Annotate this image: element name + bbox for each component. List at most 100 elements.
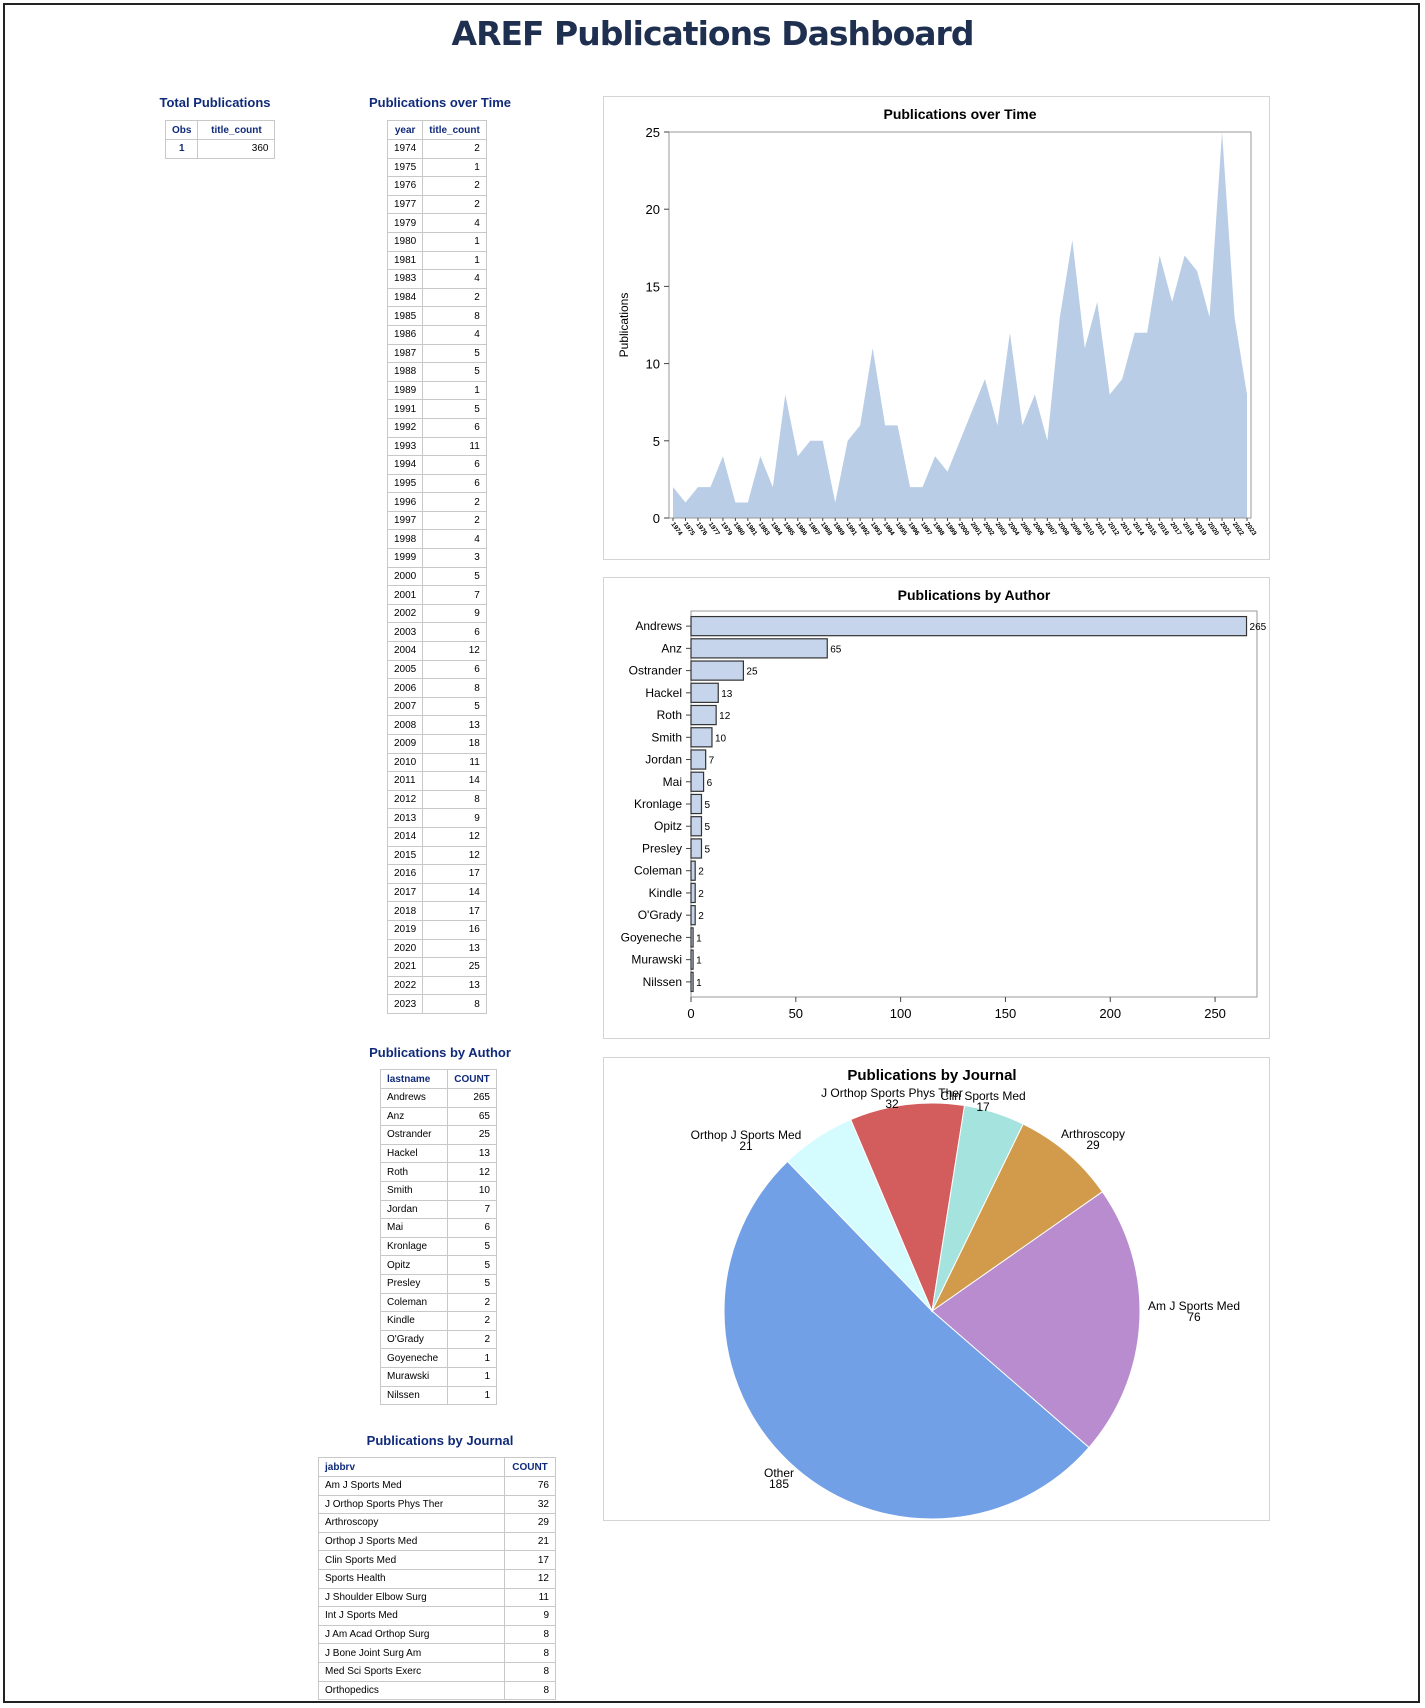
x-tick-label: 1980	[732, 521, 746, 537]
x-tick-label: 1995	[894, 521, 908, 537]
category-label: Nilssen	[643, 975, 682, 989]
count-cell: 17	[422, 864, 487, 884]
table-row: 1996 2	[386, 492, 487, 512]
category-label: Opitz	[654, 819, 682, 833]
x-tick-label: 50	[789, 1006, 803, 1021]
header-jabbrv: jabbrv	[318, 1457, 505, 1477]
count-cell: 7	[422, 585, 487, 605]
table-row: 2019 16	[386, 919, 487, 940]
count-cell: 29	[504, 1513, 556, 1533]
count-cell: 8	[422, 789, 487, 810]
count-cell: 4	[422, 529, 487, 550]
y-tick-label: 5	[653, 434, 660, 449]
journal-cell: Int J Sports Med	[318, 1606, 505, 1626]
journal-cell: J Shoulder Elbow Surg	[318, 1587, 505, 1608]
author-table: lastname COUNT Andrews 265 Anz 65 Ostrander 2…	[380, 1069, 497, 1406]
count-cell: 1	[422, 231, 487, 252]
bar	[690, 749, 707, 770]
table-row: 2007 5	[386, 696, 487, 717]
year-cell: 2002	[386, 603, 424, 624]
data-label: 265	[1250, 622, 1267, 633]
category-label: Andrews	[635, 619, 682, 633]
data-label: 1	[696, 978, 702, 989]
year-cell: 2008	[386, 715, 424, 735]
year-cell: 2007	[386, 696, 424, 717]
journal-cell: Med Sci Sports Exerc	[318, 1661, 505, 1682]
lastname-cell: Anz	[380, 1106, 448, 1127]
year-cell: 1996	[386, 492, 424, 512]
count-cell: 14	[422, 771, 487, 791]
year-cell: 2010	[386, 752, 424, 773]
bar	[690, 638, 828, 659]
total-publications-table: Obs title_count 1 360	[164, 120, 276, 159]
count-cell: 5	[447, 1273, 497, 1294]
journal-cell: J Orthop Sports Phys Ther	[318, 1494, 505, 1515]
count-cell: 5	[422, 566, 487, 587]
count-cell: 10	[447, 1180, 497, 1201]
count-cell: 9	[422, 808, 487, 828]
table-row: 2017 14	[386, 882, 487, 903]
count-cell: 4	[422, 213, 487, 233]
year-cell: 2020	[386, 938, 424, 959]
journal-table: jabbrv COUNT Am J Sports Med 76 J Orthop S…	[318, 1457, 556, 1701]
table-row: 2000 5	[386, 566, 487, 587]
count-cell: 12	[504, 1568, 556, 1589]
count-cell: 1	[447, 1366, 497, 1387]
category-label: Kronlage	[634, 797, 682, 811]
lastname-cell: Mai	[380, 1218, 448, 1238]
table-row: Kronlage 5	[380, 1236, 497, 1257]
year-cell: 1999	[386, 548, 424, 568]
lastname-cell: Ostrander	[380, 1125, 448, 1145]
table-row: 1994 6	[386, 455, 487, 475]
table-row: Med Sci Sports Exerc 8	[318, 1661, 556, 1682]
x-tick-label: 2007	[1044, 521, 1058, 537]
table-row: 1980 1	[386, 231, 487, 252]
x-tick-label: 1989	[832, 521, 846, 537]
count-cell: 1	[422, 380, 487, 401]
header-lastname: lastname	[380, 1069, 448, 1089]
bar	[690, 727, 713, 748]
data-label: 1	[696, 956, 702, 967]
category-label: Ostrander	[629, 664, 682, 678]
table-row: 2010 11	[386, 752, 487, 773]
table-row: 1977 2	[386, 194, 487, 215]
lastname-cell: Nilssen	[380, 1385, 448, 1406]
x-tick-label: 2021	[1218, 521, 1232, 537]
count-cell: 17	[422, 901, 487, 921]
table-row: 2005 6	[386, 659, 487, 680]
x-tick-label: 100	[890, 1006, 912, 1021]
table-row: Goyeneche 1	[380, 1348, 497, 1368]
x-tick-label: 2017	[1168, 521, 1182, 537]
count-cell: 1	[447, 1348, 497, 1368]
category-label: Kindle	[649, 886, 683, 900]
lastname-cell: Jordan	[380, 1199, 448, 1220]
bar	[690, 905, 696, 926]
category-label: Mai	[663, 775, 682, 789]
chart-title: Publications over Time	[883, 106, 1036, 122]
bar	[690, 860, 696, 881]
table-row: 1998 4	[386, 529, 487, 550]
year-cell: 2005	[386, 659, 424, 680]
journal-cell: Sports Health	[318, 1568, 505, 1589]
year-cell: 2009	[386, 734, 424, 754]
year-cell: 1994	[386, 455, 424, 475]
table-row: Hackel 13	[380, 1143, 497, 1164]
lastname-cell: O'Grady	[380, 1329, 448, 1350]
chart-title: Publications by Journal	[847, 1067, 1016, 1084]
x-tick-label: 2010	[1081, 521, 1095, 537]
year-cell: 1974	[386, 139, 424, 159]
table-row: Am J Sports Med 76	[318, 1476, 556, 1496]
table-row: 1988 5	[386, 362, 487, 382]
journal-pie-chart: Publications by JournalAm J Sports Med76…	[691, 1067, 1240, 1520]
table-row: Opitz 5	[380, 1255, 497, 1275]
table-row: 1986 4	[386, 324, 487, 345]
count-cell: 3	[422, 548, 487, 568]
y-tick-label: 0	[653, 511, 660, 526]
year-cell: 1997	[386, 510, 424, 531]
x-tick-label: 1992	[857, 521, 871, 537]
table-row: 2004 12	[386, 641, 487, 661]
count-cell: 2	[422, 194, 487, 215]
year-cell: 2003	[386, 622, 424, 643]
data-label: 25	[746, 667, 758, 678]
table-row: 2011 14	[386, 771, 487, 791]
